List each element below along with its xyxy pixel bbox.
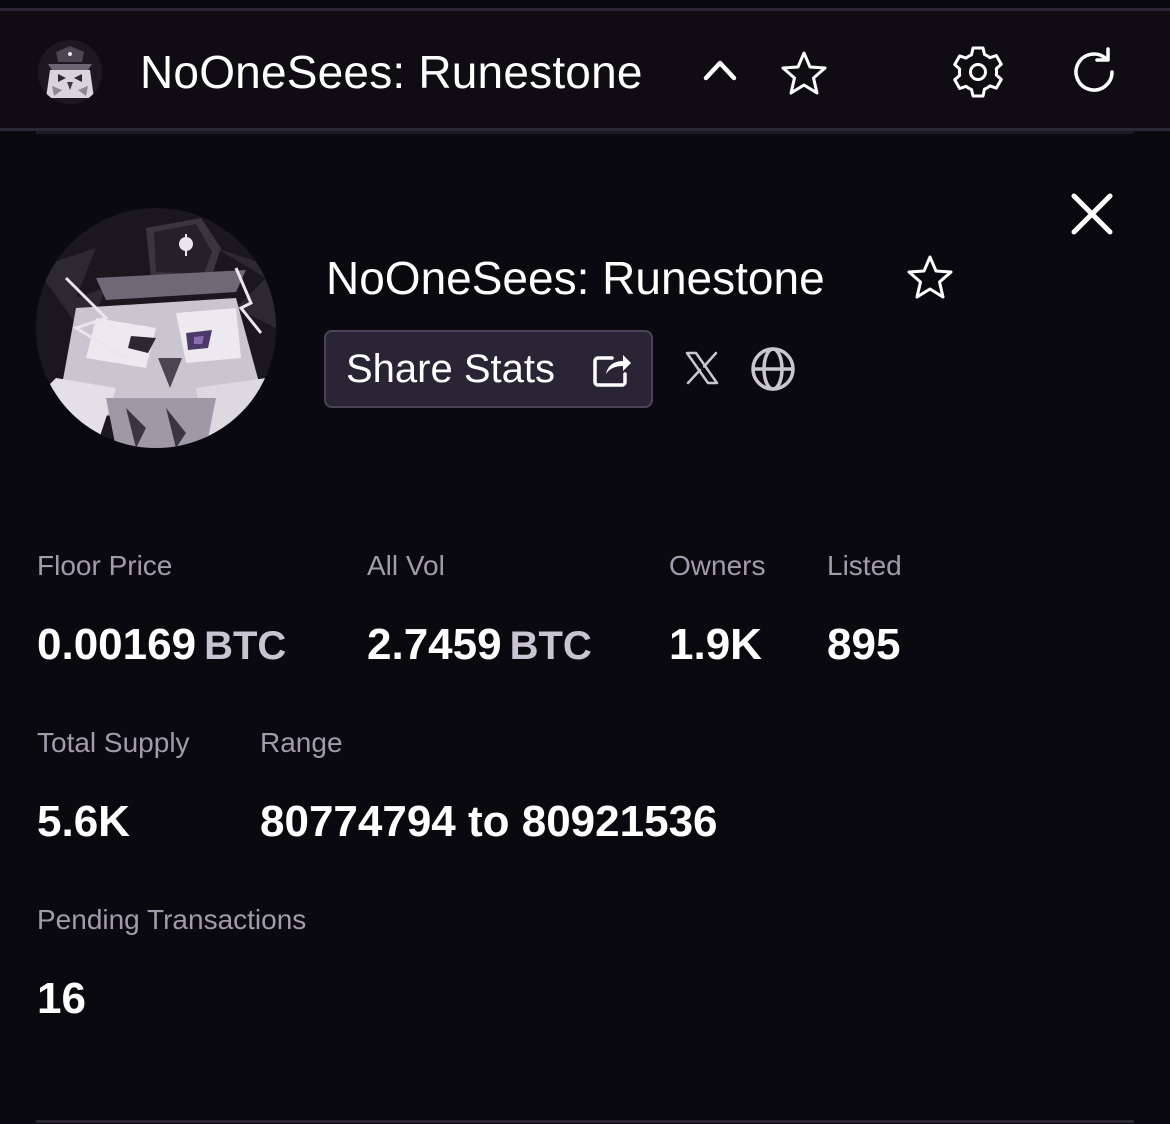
total-supply-label: Total Supply <box>37 727 190 758</box>
gear-icon[interactable] <box>948 42 1008 102</box>
bottom-divider <box>36 1120 1134 1123</box>
pending-transactions-stat: Pending Transactions 16 <box>37 903 306 1025</box>
share-stats-button[interactable]: Share Stats <box>324 330 653 408</box>
floor-price-unit: BTC <box>204 624 287 668</box>
share-icon <box>593 355 631 387</box>
total-supply-value: 5.6K <box>37 797 130 846</box>
owners-label: Owners <box>669 550 766 581</box>
all-vol-stat: All Vol 2.7459 BTC <box>367 549 592 671</box>
share-stats-label: Share Stats <box>346 347 556 391</box>
header-collection-avatar[interactable] <box>38 40 102 104</box>
collection-title: NoOneSees: Runestone <box>326 252 825 304</box>
range-value: 80774794 to 80921536 <box>260 797 718 846</box>
collection-avatar <box>36 208 276 448</box>
pending-transactions-value: 16 <box>37 974 86 1023</box>
all-vol-value-row: 2.7459 BTC <box>367 619 592 671</box>
header-divider <box>36 131 1134 134</box>
close-icon[interactable] <box>1066 188 1118 240</box>
pending-transactions-label: Pending Transactions <box>37 904 307 935</box>
floor-price-label: Floor Price <box>37 550 173 581</box>
listed-stat: Listed 895 <box>827 549 902 671</box>
favorite-star-icon[interactable] <box>904 252 956 304</box>
all-vol-unit: BTC <box>509 624 592 668</box>
x-logo-icon[interactable] <box>684 350 720 386</box>
owl-avatar-icon <box>38 40 102 104</box>
floor-price-value: 0.00169 <box>37 620 197 669</box>
listed-label: Listed <box>827 550 902 581</box>
range-label: Range <box>260 727 343 758</box>
owl-avatar-icon <box>36 208 276 448</box>
all-vol-label: All Vol <box>367 550 445 581</box>
all-vol-value: 2.7459 <box>367 620 502 669</box>
collection-panel: NoOneSees: Runestone NoOneSees: Runeston… <box>0 0 1170 1124</box>
chevron-up-icon[interactable] <box>700 50 740 90</box>
owners-value: 1.9K <box>669 620 762 669</box>
refresh-icon[interactable] <box>1066 44 1122 100</box>
header-title: NoOneSees: Runestone <box>140 46 643 98</box>
star-icon[interactable] <box>778 48 830 100</box>
floor-price-stat: Floor Price 0.00169 BTC <box>37 549 286 671</box>
total-supply-stat: Total Supply 5.6K <box>37 726 190 848</box>
globe-icon[interactable] <box>748 344 798 394</box>
listed-value: 895 <box>827 620 901 669</box>
owners-stat: Owners 1.9K <box>669 549 765 671</box>
range-stat: Range 80774794 to 80921536 <box>260 726 718 848</box>
floor-price-value-row: 0.00169 BTC <box>37 619 286 671</box>
